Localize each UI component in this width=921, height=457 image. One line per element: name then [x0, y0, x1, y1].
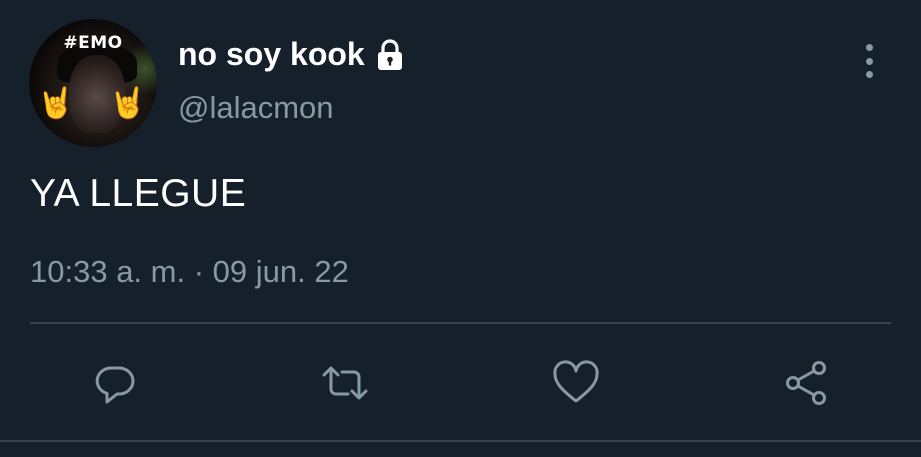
display-name[interactable]: no soy kook [178, 36, 365, 73]
bottom-divider [0, 440, 921, 442]
display-name-row[interactable]: no soy kook [178, 36, 407, 73]
tweet-card: #EMO 🤘 🤘 no soy kook @lalacmon YA LLEGUE… [0, 0, 921, 457]
rock-hand-icon: 🤘 [109, 87, 147, 120]
retweet-icon [322, 366, 368, 400]
share-button[interactable] [781, 358, 831, 408]
tweet-meta: 10:33 a. m. · 09 jun. 22 [30, 254, 349, 290]
meta-separator: · [193, 254, 205, 289]
divider [30, 322, 891, 324]
avatar[interactable]: #EMO 🤘 🤘 [29, 19, 157, 147]
tweet-text: YA LLEGUE [30, 172, 247, 215]
avatar-tag: #EMO [63, 33, 123, 53]
heart-icon [553, 360, 599, 403]
retweet-button[interactable] [320, 358, 370, 408]
more-dot [865, 57, 873, 65]
tweet-date[interactable]: 09 jun. 22 [213, 254, 349, 289]
more-dot [865, 44, 873, 51]
more-dot [865, 71, 873, 78]
lock-icon [377, 38, 402, 70]
rock-hand-icon: 🤘 [37, 87, 75, 120]
share-icon [786, 361, 826, 405]
reply-button[interactable] [90, 358, 140, 408]
like-button[interactable] [551, 358, 601, 408]
reply-icon [95, 366, 135, 404]
user-handle[interactable]: @lalacmon [178, 90, 334, 126]
tweet-time[interactable]: 10:33 a. m. [30, 254, 185, 289]
more-vertical-icon[interactable] [857, 44, 881, 78]
